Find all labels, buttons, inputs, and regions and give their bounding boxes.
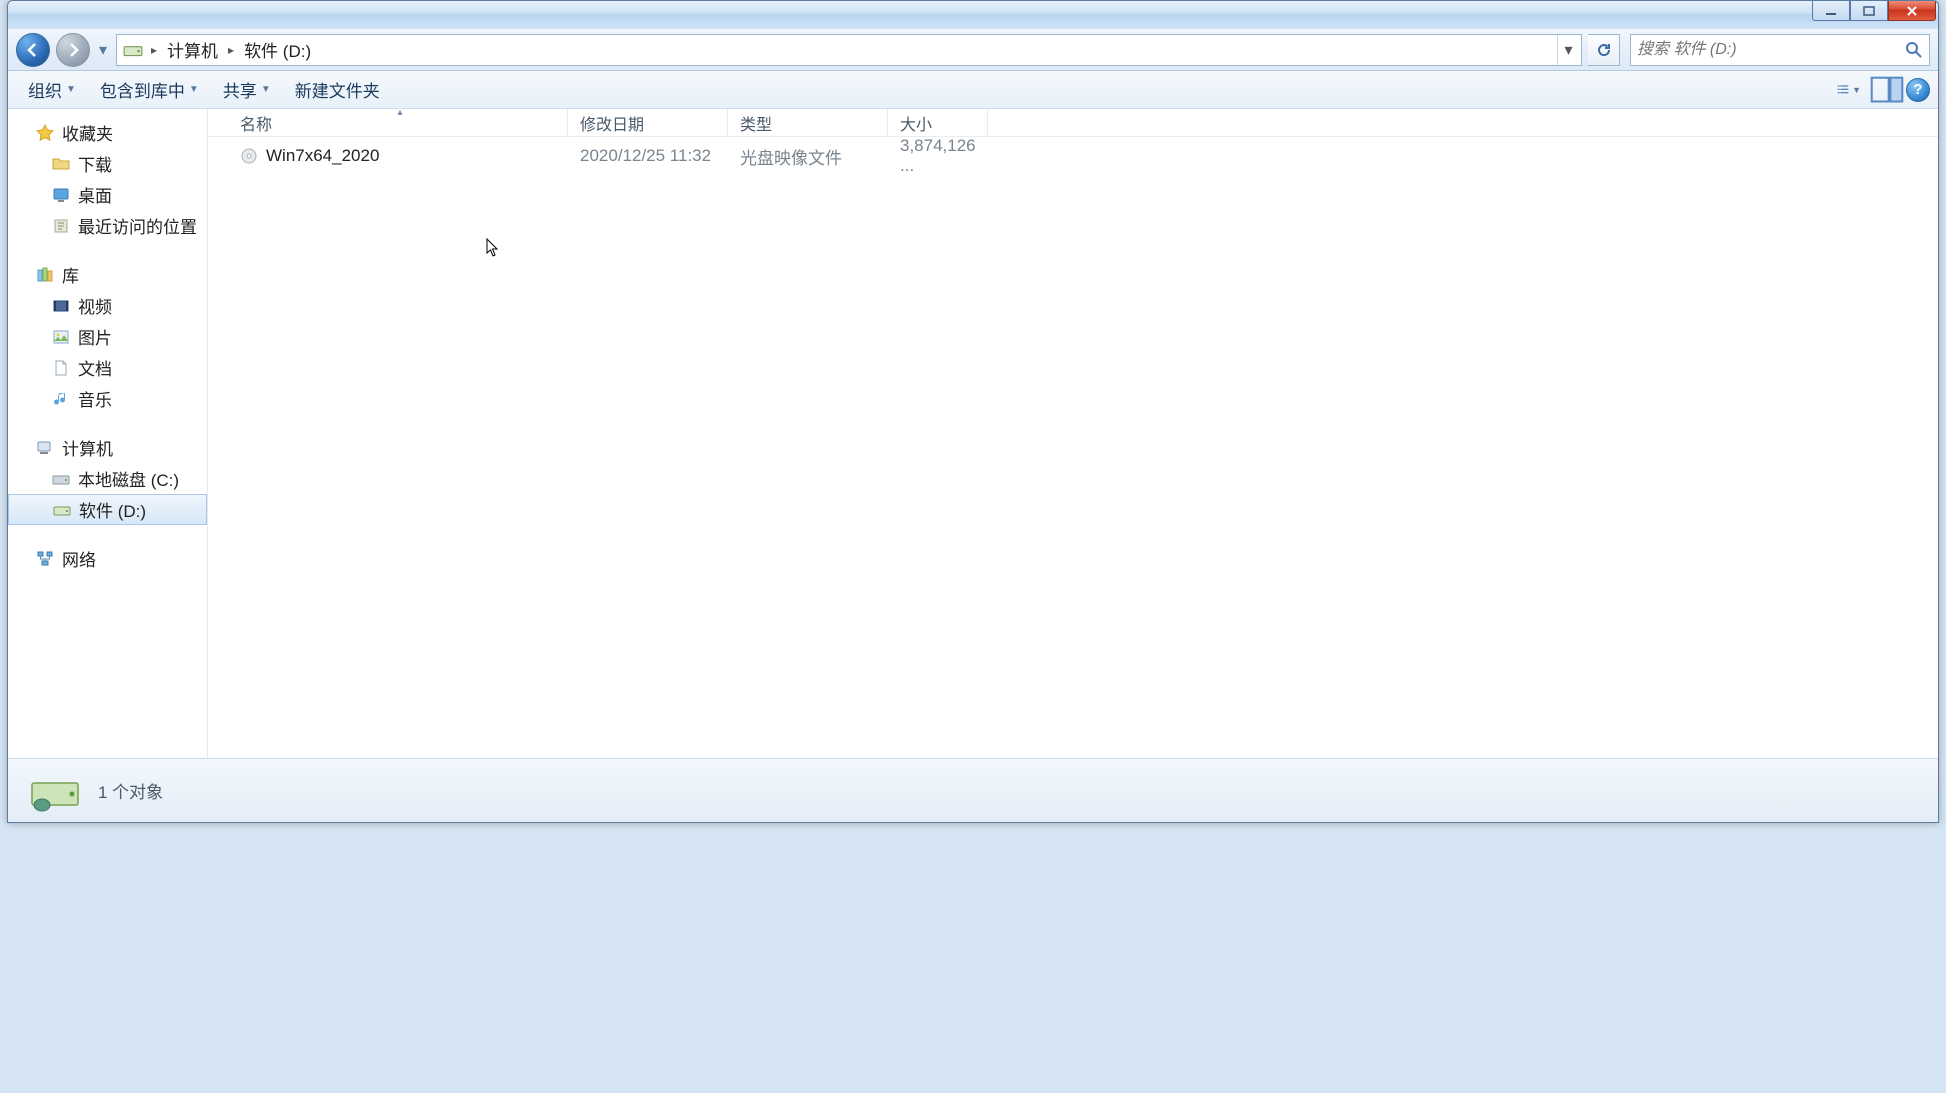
disc-image-icon [240, 147, 258, 165]
library-header[interactable]: 库 [8, 259, 207, 290]
column-headers: 名称▴ 修改日期 类型 大小 [208, 109, 1938, 137]
address-bar[interactable]: ▸ 计算机 ▸ 软件 (D:) ▾ [116, 34, 1582, 66]
explorer-window: ▾ ▸ 计算机 ▸ 软件 (D:) ▾ 组织▼ 包含到库中▼ 共享▼ 新建文件夹… [7, 0, 1939, 823]
file-name: Win7x64_2020 [266, 146, 379, 166]
search-icon [1905, 41, 1923, 59]
library-label: 库 [62, 262, 79, 287]
include-label: 包含到库中 [100, 77, 185, 102]
share-label: 共享 [223, 77, 257, 102]
sidebar-item-music[interactable]: 音乐 [8, 383, 207, 414]
computer-label: 计算机 [62, 435, 113, 460]
sidebar-item-downloads[interactable]: 下载 [8, 148, 207, 179]
computer-icon [36, 439, 54, 457]
favorites-label: 收藏夹 [62, 120, 113, 145]
favorites-header[interactable]: 收藏夹 [8, 117, 207, 148]
item-label: 本地磁盘 (C:) [78, 466, 179, 491]
network-header[interactable]: 网络 [8, 543, 207, 574]
breadcrumb-computer[interactable]: 计算机 [161, 36, 224, 64]
navigation-pane: 收藏夹 下载 桌面 最近访问的位置 库 视频 图片 文档 音乐 计算机 [8, 109, 208, 758]
column-size[interactable]: 大小 [888, 109, 988, 136]
include-library-menu[interactable]: 包含到库中▼ [88, 75, 211, 105]
computer-group: 计算机 本地磁盘 (C:) 软件 (D:) [8, 432, 207, 525]
file-type: 光盘映像文件 [728, 144, 888, 169]
sidebar-item-pictures[interactable]: 图片 [8, 321, 207, 352]
sidebar-item-documents[interactable]: 文档 [8, 352, 207, 383]
list-icon [1837, 82, 1849, 98]
status-count: 1 个对象 [98, 778, 163, 803]
document-icon [52, 359, 70, 377]
item-label: 软件 (D:) [79, 497, 146, 522]
organize-label: 组织 [28, 77, 62, 102]
file-list-pane: 名称▴ 修改日期 类型 大小 Win7x64_2020 2020/12/25 1… [208, 109, 1938, 758]
nav-bar: ▾ ▸ 计算机 ▸ 软件 (D:) ▾ [8, 29, 1938, 71]
item-label: 下载 [78, 151, 112, 176]
forward-button[interactable] [56, 33, 90, 67]
recent-icon [52, 217, 70, 235]
organize-menu[interactable]: 组织▼ [16, 75, 88, 105]
item-label: 音乐 [78, 386, 112, 411]
drive-icon [53, 501, 71, 519]
view-mode-button[interactable]: ▼ [1832, 76, 1866, 104]
address-dropdown[interactable]: ▾ [1557, 35, 1579, 65]
library-group: 库 视频 图片 文档 音乐 [8, 259, 207, 414]
sort-ascending-icon: ▴ [398, 109, 403, 118]
refresh-button[interactable] [1588, 34, 1620, 66]
sidebar-item-drive-c[interactable]: 本地磁盘 (C:) [8, 463, 207, 494]
preview-icon [1870, 76, 1904, 103]
new-folder-button[interactable]: 新建文件夹 [283, 75, 392, 105]
video-icon [52, 297, 70, 315]
sidebar-item-desktop[interactable]: 桌面 [8, 179, 207, 210]
file-size: 3,874,126 ... [888, 136, 988, 176]
desktop-icon [52, 186, 70, 204]
search-input[interactable] [1637, 36, 1905, 64]
chevron-right-icon: ▸ [224, 43, 238, 57]
item-label: 视频 [78, 293, 112, 318]
help-button[interactable]: ? [1906, 78, 1930, 102]
titlebar [8, 1, 1938, 29]
column-date[interactable]: 修改日期 [568, 109, 728, 136]
drive-icon [52, 470, 70, 488]
status-bar: 1 个对象 [8, 758, 1938, 822]
library-icon [36, 266, 54, 284]
newfolder-label: 新建文件夹 [295, 77, 380, 102]
favorites-group: 收藏夹 下载 桌面 最近访问的位置 [8, 117, 207, 241]
file-row[interactable]: Win7x64_2020 2020/12/25 11:32 光盘映像文件 3,8… [208, 141, 1938, 171]
star-icon [36, 124, 54, 142]
network-label: 网络 [62, 546, 96, 571]
content-area: 收藏夹 下载 桌面 最近访问的位置 库 视频 图片 文档 音乐 计算机 [8, 109, 1938, 758]
item-label: 图片 [78, 324, 112, 349]
nav-history-dropdown[interactable]: ▾ [96, 41, 110, 59]
folder-icon [52, 155, 70, 173]
drive-icon [123, 41, 143, 59]
close-button[interactable] [1888, 1, 1936, 21]
picture-icon [52, 328, 70, 346]
maximize-button[interactable] [1850, 1, 1888, 21]
minimize-button[interactable] [1812, 1, 1850, 21]
file-date: 2020/12/25 11:32 [568, 146, 728, 166]
sidebar-item-recent[interactable]: 最近访问的位置 [8, 210, 207, 241]
network-group: 网络 [8, 543, 207, 574]
sidebar-item-drive-d[interactable]: 软件 (D:) [8, 494, 207, 525]
item-label: 桌面 [78, 182, 112, 207]
drive-large-icon [28, 767, 82, 815]
window-controls [1812, 1, 1936, 21]
computer-header[interactable]: 计算机 [8, 432, 207, 463]
network-icon [36, 550, 54, 568]
chevron-right-icon: ▸ [147, 43, 161, 57]
preview-pane-button[interactable] [1870, 76, 1904, 104]
column-type[interactable]: 类型 [728, 109, 888, 136]
file-list[interactable]: Win7x64_2020 2020/12/25 11:32 光盘映像文件 3,8… [208, 137, 1938, 758]
search-box[interactable] [1630, 34, 1930, 66]
item-label: 文档 [78, 355, 112, 380]
music-icon [52, 390, 70, 408]
sidebar-item-videos[interactable]: 视频 [8, 290, 207, 321]
share-menu[interactable]: 共享▼ [211, 75, 283, 105]
toolbar: 组织▼ 包含到库中▼ 共享▼ 新建文件夹 ▼ ? [8, 71, 1938, 109]
back-button[interactable] [16, 33, 50, 67]
column-name[interactable]: 名称▴ [228, 109, 568, 136]
breadcrumb-drive[interactable]: 软件 (D:) [238, 36, 317, 64]
item-label: 最近访问的位置 [78, 213, 197, 238]
